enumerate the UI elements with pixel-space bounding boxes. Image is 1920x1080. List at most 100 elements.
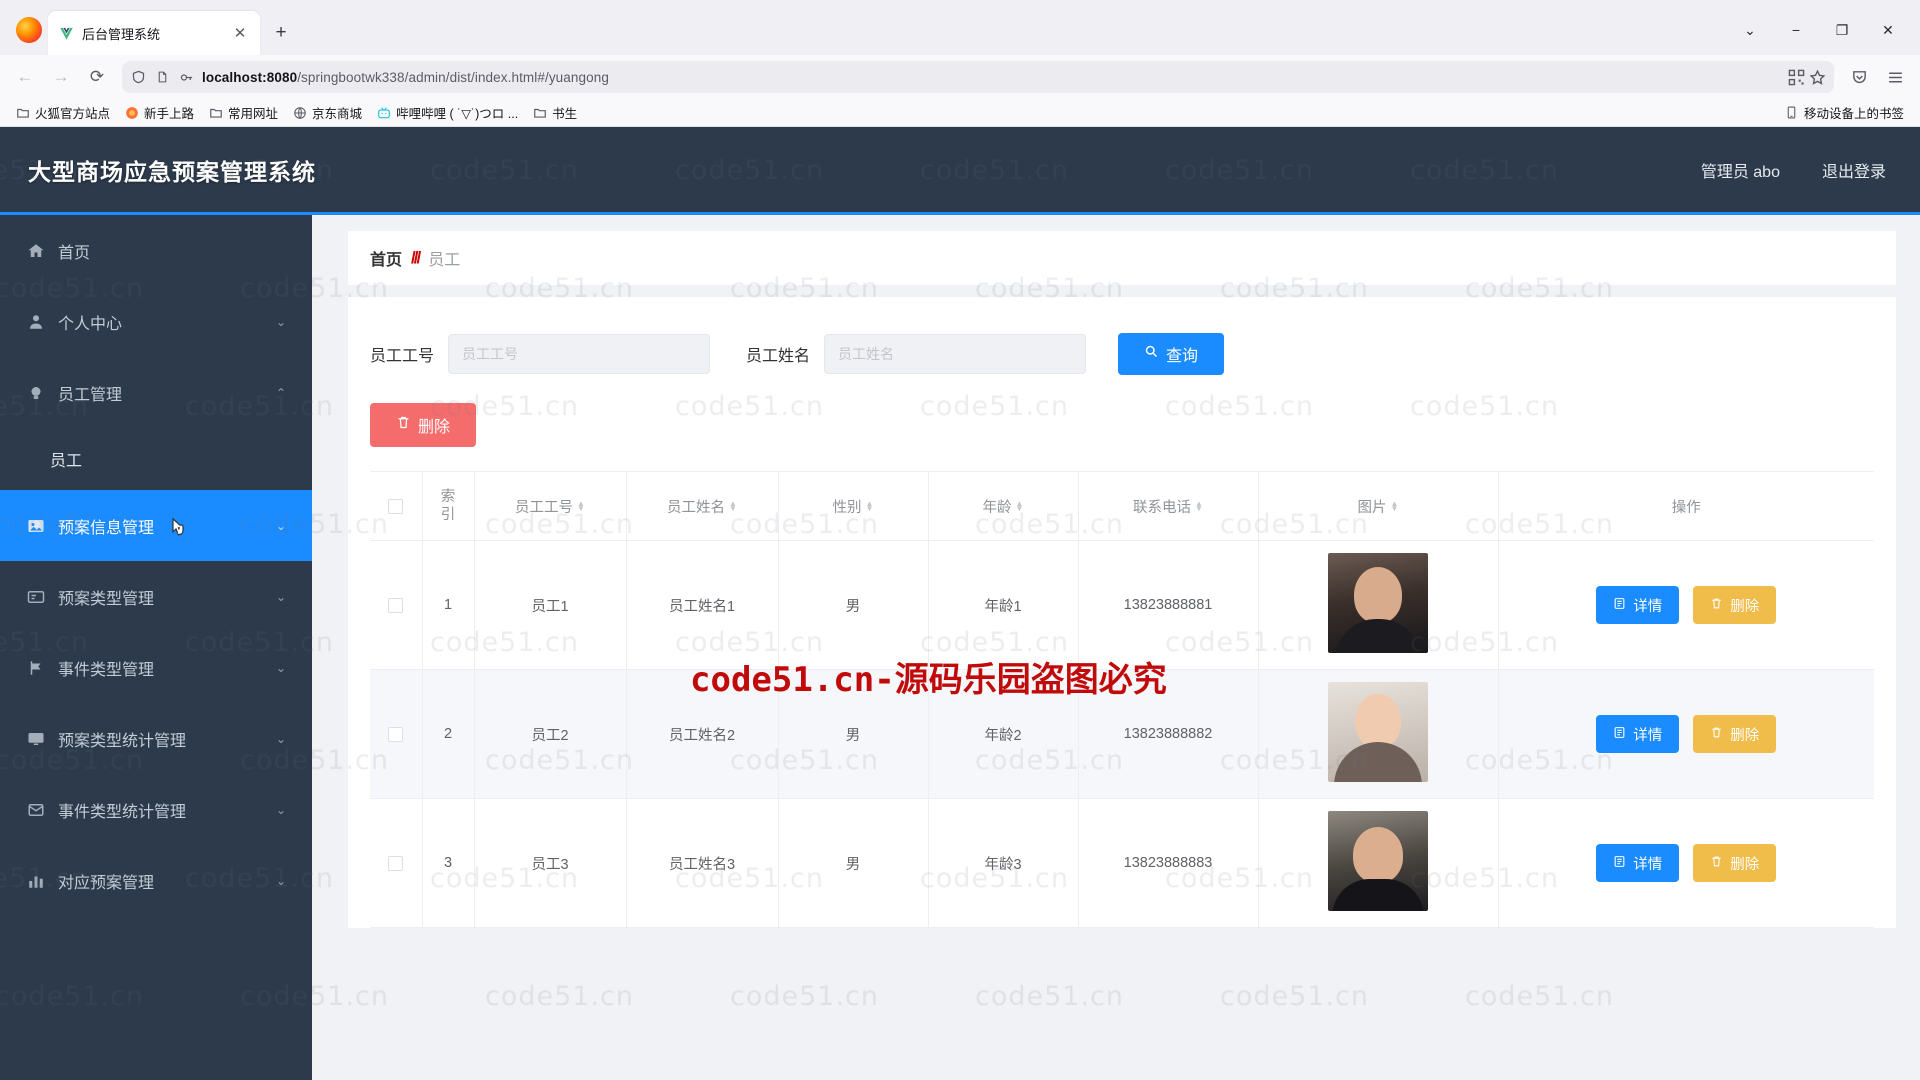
star-icon[interactable] bbox=[1809, 68, 1826, 86]
close-icon[interactable]: ✕ bbox=[230, 23, 250, 43]
sidebar: 首页 个人中心 ⌄ 员工管理 ⌃ 员工 预案信息管理 ⌄ 预案类型管理 ⌄ 事件… bbox=[0, 212, 312, 1080]
bookmark-mobile-bookmarks[interactable]: 移动设备上的书签 bbox=[1779, 100, 1910, 125]
bookmark-firefox-official[interactable]: 火狐官方站点 bbox=[10, 100, 116, 125]
detail-button[interactable]: 详情 bbox=[1596, 586, 1680, 624]
sidebar-item-label: 事件类型管理 bbox=[58, 661, 155, 679]
maximize-button[interactable]: ❐ bbox=[1820, 13, 1864, 47]
detail-label: 详情 bbox=[1633, 598, 1663, 615]
sidebar-item-personal-center[interactable]: 个人中心 ⌄ bbox=[0, 286, 312, 357]
detail-button[interactable]: 详情 bbox=[1596, 715, 1680, 753]
chevron-down-icon: ⌄ bbox=[275, 873, 286, 888]
search-button[interactable]: 查询 bbox=[1118, 333, 1225, 375]
sort-icon[interactable]: ▲ ▼ bbox=[1016, 500, 1024, 513]
trash-icon bbox=[396, 415, 411, 435]
bookmark-label: 哔哩哔哩 ( ˙▽˙)つロ ... bbox=[396, 107, 519, 121]
reload-icon[interactable]: ⟳ bbox=[80, 61, 114, 93]
employee-photo bbox=[1328, 682, 1428, 782]
url-host: localhost:8080 bbox=[202, 69, 298, 85]
row-actions: 详情 删除 bbox=[1498, 540, 1874, 670]
sort-icon[interactable]: ▲ ▼ bbox=[577, 500, 585, 513]
folder-icon bbox=[16, 106, 30, 120]
doc-icon bbox=[1613, 597, 1626, 614]
sidebar-item-plan-info-management[interactable]: 预案信息管理 ⌄ bbox=[0, 490, 312, 561]
bookmark-common-sites[interactable]: 常用网址 bbox=[203, 100, 284, 125]
select-all-checkbox[interactable] bbox=[388, 498, 404, 514]
back-icon[interactable]: ← bbox=[8, 61, 42, 93]
row-checkbox[interactable] bbox=[388, 855, 404, 871]
chevron-down-icon: ⌄ bbox=[275, 802, 286, 817]
emp-no-input[interactable] bbox=[448, 334, 711, 374]
sidebar-item-label: 个人中心 bbox=[58, 315, 123, 333]
detail-button[interactable]: 详情 bbox=[1596, 844, 1680, 882]
close-window-button[interactable]: ✕ bbox=[1866, 13, 1910, 47]
sort-icon[interactable]: ▲ ▼ bbox=[1391, 500, 1399, 513]
row-delete-button[interactable]: 删除 bbox=[1693, 586, 1777, 624]
admin-user-label: 管理员 abo bbox=[1700, 163, 1780, 181]
row-select-cell[interactable] bbox=[370, 798, 423, 928]
sidebar-item-event-type-management[interactable]: 事件类型管理 ⌄ bbox=[0, 632, 312, 703]
th-select-all[interactable] bbox=[370, 471, 423, 541]
save-to-pocket-icon[interactable] bbox=[1842, 61, 1876, 93]
app-body: 首页 个人中心 ⌄ 员工管理 ⌃ 员工 预案信息管理 ⌄ 预案类型管理 ⌄ 事件… bbox=[0, 212, 1920, 1080]
menu-icon[interactable] bbox=[1878, 61, 1912, 93]
row-index: 2 bbox=[422, 669, 475, 799]
chevron-up-icon: ⌃ bbox=[275, 385, 286, 400]
sidebar-item-plan-type-management[interactable]: 预案类型管理 ⌄ bbox=[0, 561, 312, 632]
breadcrumb-home[interactable]: 首页 bbox=[370, 246, 402, 270]
forward-icon[interactable]: → bbox=[44, 61, 78, 93]
th-index-label: 索引 bbox=[440, 489, 456, 523]
th-actions: 操作 bbox=[1498, 471, 1874, 541]
bookmark-label: 书生 bbox=[552, 107, 578, 121]
qr-icon[interactable] bbox=[1788, 69, 1805, 86]
row-delete-button[interactable]: 删除 bbox=[1693, 844, 1777, 882]
bilibili-icon bbox=[377, 106, 391, 120]
sidebar-subitem-employee[interactable]: 员工 bbox=[0, 428, 312, 490]
bulk-delete-button[interactable]: 删除 bbox=[370, 403, 477, 447]
sidebar-item-label: 事件类型统计管理 bbox=[58, 803, 187, 821]
bookmark-shusheng[interactable]: 书生 bbox=[527, 100, 583, 125]
new-tab-button[interactable]: + bbox=[266, 18, 296, 48]
sidebar-item-employee-management[interactable]: 员工管理 ⌃ bbox=[0, 357, 312, 428]
row-delete-button[interactable]: 删除 bbox=[1693, 715, 1777, 753]
th-phone[interactable]: 联系电话 ▲ ▼ bbox=[1078, 471, 1259, 541]
url-path: /springbootwk338/admin/dist/index.html#/… bbox=[297, 69, 609, 85]
bookmark-getting-started[interactable]: 新手上路 bbox=[119, 100, 200, 125]
row-select-cell[interactable] bbox=[370, 669, 423, 799]
tab-list-icon[interactable]: ⌄ bbox=[1728, 13, 1772, 47]
browser-tab[interactable]: 后台管理系统 ✕ bbox=[48, 11, 260, 55]
emp-name-input[interactable] bbox=[824, 334, 1087, 374]
trash-icon bbox=[1710, 855, 1723, 872]
row-select-cell[interactable] bbox=[370, 540, 423, 670]
row-checkbox[interactable] bbox=[388, 597, 404, 613]
sort-icon[interactable]: ▲ ▼ bbox=[1195, 500, 1203, 513]
chevron-down-icon: ⌄ bbox=[275, 518, 286, 533]
sidebar-item-home[interactable]: 首页 bbox=[0, 215, 312, 286]
bookmark-bilibili[interactable]: 哔哩哔哩 ( ˙▽˙)つロ ... bbox=[371, 100, 524, 125]
minimize-button[interactable]: − bbox=[1774, 13, 1818, 47]
sort-icon[interactable]: ▲ ▼ bbox=[866, 500, 874, 513]
sidebar-item-plan-type-stats-management[interactable]: 预案类型统计管理 ⌄ bbox=[0, 703, 312, 774]
trash-icon bbox=[1710, 597, 1723, 614]
search-button-label: 查询 bbox=[1166, 348, 1199, 365]
bookmark-label: 新手上路 bbox=[144, 107, 195, 121]
row-checkbox[interactable] bbox=[388, 726, 404, 742]
sidebar-item-corresponding-plan-management[interactable]: 对应预案管理 ⌄ bbox=[0, 845, 312, 916]
th-gender[interactable]: 性别 ▲ ▼ bbox=[778, 471, 929, 541]
mail-icon bbox=[26, 800, 45, 819]
th-emp-name[interactable]: 员工姓名 ▲ ▼ bbox=[626, 471, 779, 541]
th-photo[interactable]: 图片 ▲ ▼ bbox=[1258, 471, 1499, 541]
page-icon bbox=[154, 69, 171, 86]
sidebar-item-event-type-stats-management[interactable]: 事件类型统计管理 ⌄ bbox=[0, 774, 312, 845]
breadcrumb-current-page: 员工 bbox=[428, 252, 461, 269]
navigation-toolbar: ← → ⟳ localhost:8080/springbootwk338/adm… bbox=[0, 55, 1920, 99]
address-bar[interactable]: localhost:8080/springbootwk338/admin/dis… bbox=[122, 61, 1834, 93]
logout-link[interactable]: 退出登录 bbox=[1822, 158, 1886, 182]
row-photo-cell bbox=[1258, 798, 1499, 928]
th-age[interactable]: 年龄 ▲ ▼ bbox=[928, 471, 1079, 541]
sidebar-item-label: 对应预案管理 bbox=[58, 874, 155, 892]
page-title: 大型商场应急预案管理系统 bbox=[28, 158, 316, 185]
sort-icon[interactable]: ▲ ▼ bbox=[729, 500, 737, 513]
bookmark-jd[interactable]: 京东商城 bbox=[287, 100, 368, 125]
sidebar-item-label: 预案类型统计管理 bbox=[58, 732, 187, 750]
th-emp-no[interactable]: 员工工号 ▲ ▼ bbox=[474, 471, 627, 541]
